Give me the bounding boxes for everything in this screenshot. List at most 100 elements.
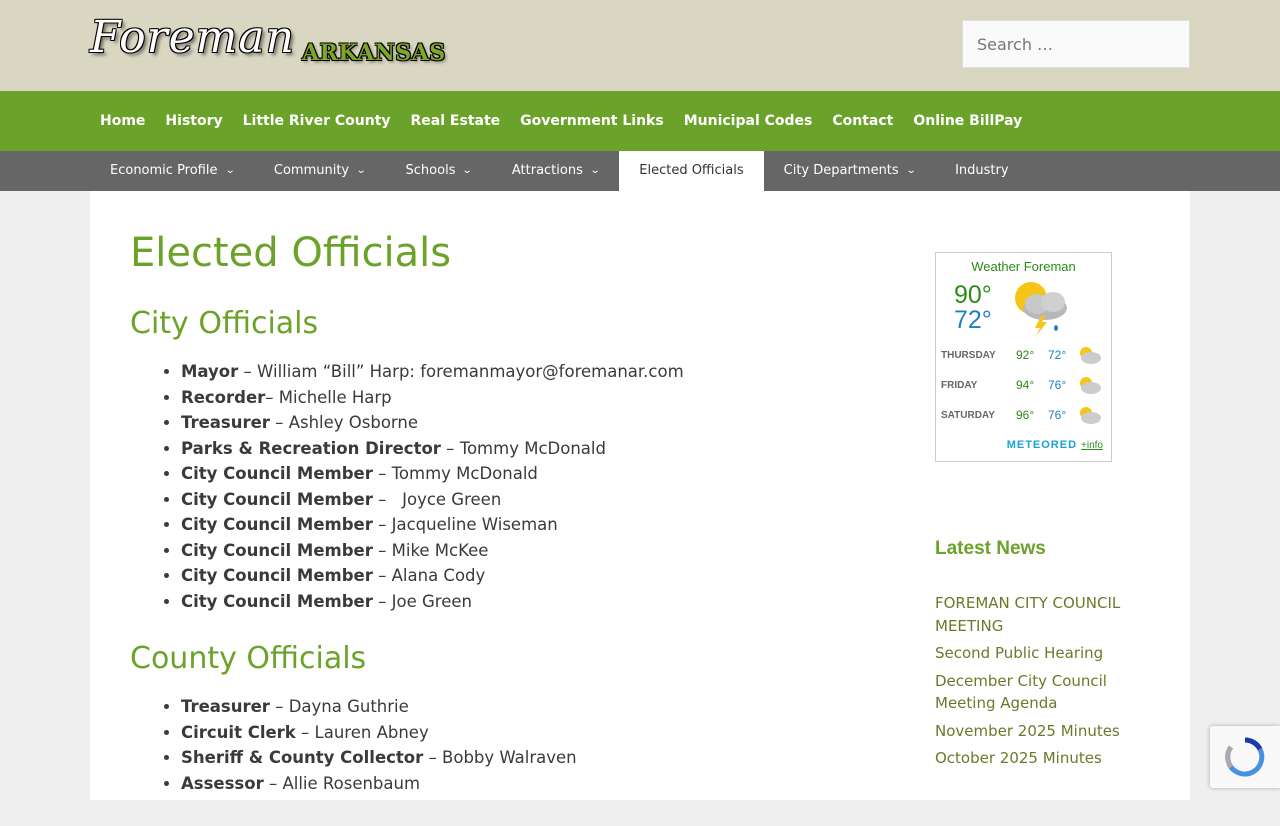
official-role: Mayor xyxy=(181,362,239,381)
nav-online-billpay[interactable]: Online BillPay xyxy=(903,91,1032,151)
subnav-city-departments[interactable]: City Departments ⌄ xyxy=(764,151,935,191)
info-link[interactable]: +info xyxy=(1081,440,1103,451)
nav-contact[interactable]: Contact xyxy=(822,91,903,151)
forecast-low: 72° xyxy=(1048,348,1067,362)
separator: – xyxy=(440,438,460,458)
forecast-low: 76° xyxy=(1048,408,1067,422)
nav-government-links[interactable]: Government Links xyxy=(510,91,674,151)
official-role: City Council Member xyxy=(181,540,373,560)
official-role: Circuit Clerk xyxy=(181,722,296,742)
subnav-label: Schools xyxy=(405,163,456,178)
storm-cloud-icon xyxy=(1015,282,1067,336)
separator: – xyxy=(372,566,392,585)
search-input[interactable] xyxy=(962,20,1190,68)
forecast-day: FRIDAY xyxy=(941,379,978,391)
subnav-community[interactable]: Community ⌄ xyxy=(254,151,386,191)
official-name: Tommy McDonald xyxy=(459,438,606,458)
subnav-label: Attractions xyxy=(511,163,583,178)
subnav-label: Industry xyxy=(955,163,1009,178)
forecast-high: 92° xyxy=(1016,348,1035,362)
separator: – xyxy=(238,362,258,381)
today-low: 72° xyxy=(954,306,992,334)
official-role: Assessor xyxy=(181,773,264,793)
separator: – xyxy=(269,697,289,716)
official-role: Recorder xyxy=(181,387,266,407)
site-logo[interactable]: Foreman ARKANSAS xyxy=(90,12,450,74)
partly-cloudy-icon xyxy=(1080,377,1101,394)
chevron-down-icon: ⌄ xyxy=(905,165,917,176)
official-name: Jacqueline Wiseman xyxy=(391,515,558,534)
separator: – xyxy=(265,387,279,407)
official-name: William “Bill” Harp: foremanmayor@forema… xyxy=(257,362,684,381)
subnav-schools[interactable]: Schools ⌄ xyxy=(386,151,492,191)
subnav-industry[interactable]: Industry xyxy=(935,151,1028,191)
chevron-down-icon: ⌄ xyxy=(589,165,601,176)
nav-municipal-codes[interactable]: Municipal Codes xyxy=(674,91,823,151)
separator: – xyxy=(372,464,392,483)
separator: – xyxy=(295,722,315,742)
official-role: City Council Member xyxy=(181,464,373,483)
list-item: City Council Member – Jacqueline Wiseman xyxy=(181,512,850,538)
separator: – xyxy=(263,773,283,793)
weather-widget[interactable]: Weather Foreman 90° 72° THURSDAY 92° 72° xyxy=(935,252,1112,462)
logo-state: ARKANSAS xyxy=(302,40,446,66)
list-item: Sheriff & County Collector – Bobby Walra… xyxy=(181,745,850,771)
chevron-down-icon: ⌄ xyxy=(355,165,367,176)
subnav-label: City Departments xyxy=(783,163,899,178)
chevron-down-icon: ⌄ xyxy=(224,165,236,176)
nav-little-river-county[interactable]: Little River County xyxy=(233,91,401,151)
subnav-attractions[interactable]: Attractions ⌄ xyxy=(492,151,619,191)
sidebar: Weather Foreman 90° 72° THURSDAY 92° 72° xyxy=(935,252,1135,775)
subnav-label: Economic Profile xyxy=(110,163,218,178)
nav-history[interactable]: History xyxy=(155,91,232,151)
separator: – xyxy=(372,591,392,611)
forecast-high: 96° xyxy=(1016,408,1035,422)
official-name: Ashley Osborne xyxy=(288,413,419,432)
official-role: City Council Member xyxy=(181,566,373,585)
content-area: Elected Officials City Officials Mayor –… xyxy=(90,191,1190,800)
news-link[interactable]: October 2025 Minutes xyxy=(935,747,1135,770)
partly-cloudy-icon xyxy=(1080,347,1101,364)
official-name: Tommy McDonald xyxy=(391,464,538,483)
recaptcha-badge[interactable] xyxy=(1210,726,1280,788)
news-link[interactable]: FOREMAN CITY COUNCIL MEETING xyxy=(935,592,1135,637)
list-item: Circuit Clerk – Lauren Abney xyxy=(181,720,850,746)
separator: – xyxy=(372,540,392,560)
forecast-row: SATURDAY 96° 76° xyxy=(941,403,1106,427)
subnav-elected-officials[interactable]: Elected Officials xyxy=(619,151,764,191)
news-link[interactable]: Second Public Hearing xyxy=(935,642,1135,665)
list-item: City Council Member – Mike McKee xyxy=(181,538,850,564)
list-item: City Council Member – Joe Green xyxy=(181,589,850,615)
subnav-economic-profile[interactable]: Economic Profile ⌄ xyxy=(90,151,254,191)
news-link[interactable]: November 2025 Minutes xyxy=(935,720,1135,743)
secondary-nav: Economic Profile ⌄ Community ⌄ Schools ⌄… xyxy=(0,151,1280,191)
official-name: Mike McKee xyxy=(391,540,489,560)
forecast-day: SATURDAY xyxy=(941,409,995,421)
official-name: Joyce Green xyxy=(402,489,502,509)
official-role: Treasurer xyxy=(181,697,270,716)
list-item: Parks & Recreation Director – Tommy McDo… xyxy=(181,436,850,462)
list-item: Recorder– Michelle Harp xyxy=(181,385,850,411)
list-item: City Council Member – Joyce Green xyxy=(181,487,850,513)
today-high: 90° xyxy=(954,281,992,309)
nav-real-estate[interactable]: Real Estate xyxy=(401,91,511,151)
official-role: Sheriff & County Collector xyxy=(181,748,424,767)
weather-credit: METEORED +info xyxy=(1007,439,1103,451)
site-header: Foreman ARKANSAS xyxy=(0,0,1280,91)
forecast-day: THURSDAY xyxy=(941,349,996,361)
forecast-low: 76° xyxy=(1048,378,1067,392)
official-name: Joe Green xyxy=(391,591,472,611)
nav-home[interactable]: Home xyxy=(90,91,155,151)
list-item: Mayor – William “Bill” Harp: foremanmayo… xyxy=(181,359,850,385)
list-item: Assessor – Allie Rosenbaum xyxy=(181,771,850,797)
county-officials-list: Treasurer – Dayna Guthrie Circuit Clerk … xyxy=(130,694,850,796)
official-name: Bobby Walraven xyxy=(442,748,577,767)
partly-cloudy-icon xyxy=(1080,407,1101,424)
chevron-down-icon: ⌄ xyxy=(462,165,474,176)
official-role: Parks & Recreation Director xyxy=(181,438,441,458)
official-name: Alana Cody xyxy=(391,566,486,585)
separator: – xyxy=(423,748,443,767)
official-role: Treasurer xyxy=(181,413,270,432)
news-link[interactable]: December City Council Meeting Agenda xyxy=(935,670,1135,715)
meteored-logo[interactable]: METEORED xyxy=(1007,439,1077,451)
